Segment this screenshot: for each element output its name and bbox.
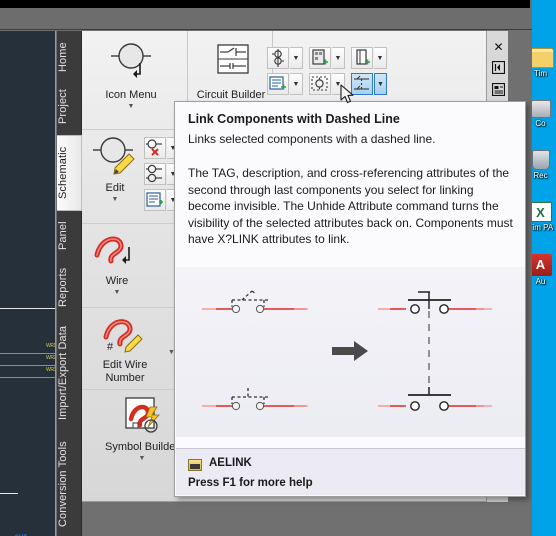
link-components-illustration	[176, 267, 525, 437]
icon-menu-button[interactable]: Icon Menu ▼	[88, 41, 174, 110]
icon-menu-icon	[111, 43, 151, 78]
ribbon-tooltip: Link Components with Dashed Line Links s…	[174, 101, 526, 497]
ribbon-tab-panel[interactable]: Panel	[57, 214, 82, 258]
copy-circuit-icon	[312, 49, 328, 65]
insert-footprint-button[interactable]	[267, 47, 289, 69]
mouse-cursor	[340, 84, 356, 111]
close-icon[interactable]: ✕	[490, 39, 507, 56]
edit-attribute-icon	[269, 76, 286, 90]
edit-component-label: Edit	[105, 182, 125, 194]
insert-footprint-dropdown[interactable]: ▼	[290, 47, 303, 69]
panel-layout-glyph	[491, 82, 506, 97]
chevron-down-icon[interactable]: ▼	[86, 289, 148, 296]
edit-wire-number-icon: #	[103, 319, 143, 353]
ribbon-top-band	[0, 8, 532, 30]
tooltip-help-hint: Press F1 for more help	[188, 477, 313, 489]
symbol-builder-icon	[125, 397, 160, 433]
circuit-builder-icon	[217, 44, 249, 74]
ribbon-tab-home[interactable]: Home	[57, 35, 82, 79]
excel-file-icon	[529, 202, 552, 222]
ribbon-tab-column: Home Project Schematic Panel Reports Imp…	[57, 31, 82, 536]
edit-wire-number-button[interactable]: # Edit Wire Number	[86, 313, 164, 385]
chevron-down-icon[interactable]: ▼	[88, 103, 174, 110]
edit-attribute-button[interactable]	[267, 73, 289, 95]
collapse-panel-glyph	[491, 60, 506, 75]
edit-wire-number-label: Edit Wire Number	[102, 359, 148, 384]
panel-layout-icon[interactable]	[490, 82, 507, 100]
ribbon-tab-reports[interactable]: Reports	[57, 260, 82, 314]
move-circuit-button[interactable]	[351, 47, 373, 69]
link-components-dashed-line-dropdown[interactable]: ▼	[374, 73, 387, 95]
command-icon	[188, 459, 202, 471]
canvas-wire	[0, 353, 55, 354]
canvas-tag-text: WR1	[46, 343, 56, 349]
hide-attribute-button[interactable]	[309, 73, 331, 95]
tooltip-title: Link Components with Dashed Line	[188, 112, 400, 126]
autocad-shortcut-icon	[529, 254, 552, 276]
chevron-down-icon[interactable]: ▼	[86, 196, 144, 203]
canvas-tag-text: WR3	[46, 367, 56, 373]
edit-attribute-dropdown[interactable]: ▼	[290, 73, 303, 95]
ribbon-tab-import-export-data[interactable]: Import/Export Data	[57, 317, 82, 429]
insert-wire-label: Wire	[105, 275, 129, 287]
tooltip-command-name: AELINK	[209, 457, 252, 469]
canvas-tag-text: WR2	[46, 355, 56, 361]
drawing-canvas[interactable]: WR1 WR2 WR3 SHT	[0, 31, 56, 536]
tooltip-footer: AELINK Press F1 for more help	[176, 448, 525, 495]
edit-attributes-icon	[146, 192, 163, 207]
move-circuit-dropdown[interactable]: ▼	[374, 47, 387, 69]
copy-component-button[interactable]	[144, 163, 166, 185]
transform-arrow	[332, 341, 368, 361]
autocad-window: WR1 WR2 WR3 SHT Home Project Schematic P…	[0, 0, 532, 536]
computer-icon	[530, 100, 551, 118]
canvas-wire	[0, 365, 55, 366]
scoot-button[interactable]	[144, 137, 166, 159]
recycle-bin-icon	[531, 150, 550, 170]
canvas-wire	[0, 377, 55, 378]
icon-menu-label: Icon Menu	[105, 89, 157, 101]
canvas-wire	[0, 308, 55, 309]
svg-text:#: #	[107, 341, 114, 353]
tooltip-subtitle: Links selected components with a dashed …	[188, 132, 436, 146]
terminal-symbol-icon	[272, 49, 284, 67]
canvas-titleblock	[0, 493, 18, 536]
insert-wire-button[interactable]: Wire ▼	[86, 229, 148, 296]
copy-circuit-dropdown[interactable]: ▼	[332, 47, 345, 69]
hide-attribute-icon	[311, 76, 328, 91]
tooltip-body: The TAG, description, and cross-referenc…	[188, 166, 513, 246]
move-circuit-icon	[356, 49, 370, 65]
illustration-svg	[202, 290, 492, 411]
panel-divider	[82, 223, 182, 224]
edit-component-icon	[93, 137, 135, 175]
ribbon-tab-project[interactable]: Project	[57, 81, 82, 133]
collapse-panel-icon[interactable]	[490, 60, 507, 78]
ribbon-tab-conversion-tools[interactable]: Conversion Tools	[57, 432, 82, 536]
panel-divider	[82, 129, 182, 130]
copy-component-icon	[146, 164, 162, 183]
edit-attributes-button[interactable]	[144, 189, 166, 211]
insert-wire-icon	[94, 236, 130, 264]
copy-circuit-button[interactable]	[309, 47, 331, 69]
scoot-icon	[146, 139, 162, 156]
edit-component-button[interactable]: Edit ▼	[86, 136, 144, 203]
window-top-black-band	[0, 0, 530, 8]
ribbon-tab-schematic[interactable]: Schematic	[57, 135, 82, 211]
